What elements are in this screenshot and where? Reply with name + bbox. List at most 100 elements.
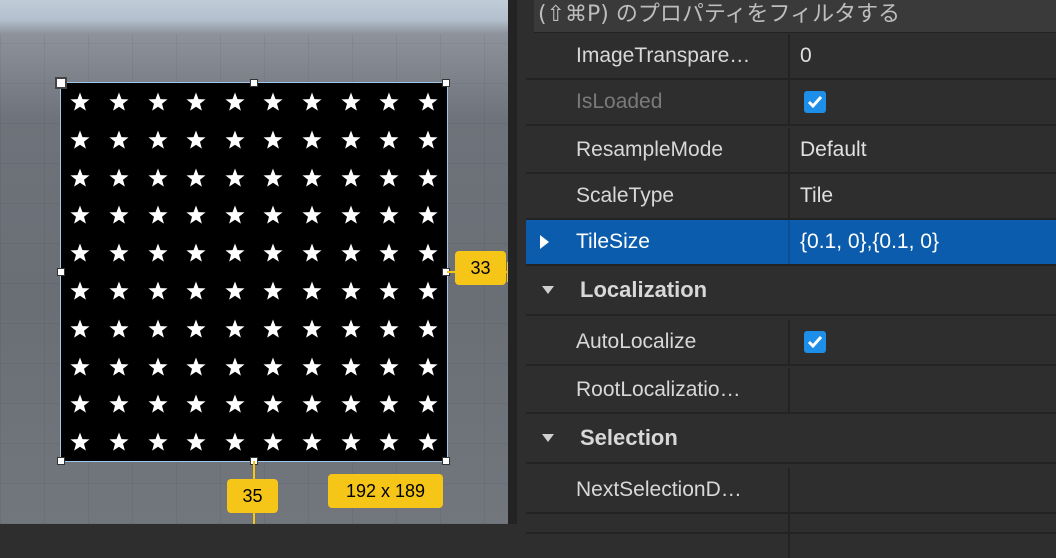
section-header-selection[interactable]: Selection: [526, 414, 1056, 464]
star-tile-icon: [418, 432, 438, 451]
property-row-next[interactable]: [526, 514, 1056, 558]
star-tile-icon: [186, 130, 206, 149]
star-tile-icon: [340, 357, 361, 376]
property-filter-input[interactable]: (⇧⌘P) のプロパティをフィルタする: [534, 0, 1056, 33]
is-loaded-checkbox[interactable]: [804, 91, 826, 113]
property-value: [788, 320, 1056, 364]
star-tile-icon: [225, 357, 245, 376]
expand-arrow-icon[interactable]: [540, 235, 549, 249]
star-tile-icon: [225, 130, 245, 149]
panel-divider[interactable]: [508, 0, 517, 524]
star-tile-icon: [70, 205, 90, 224]
property-value[interactable]: {0.1, 0},{0.1, 0}: [788, 220, 1056, 264]
property-row-image-transparency[interactable]: ImageTranspare… 0: [526, 34, 1056, 80]
star-tile-icon: [186, 357, 206, 376]
property-value[interactable]: [788, 514, 1056, 558]
star-tile-icon: [70, 281, 90, 300]
resize-handle-left[interactable]: [57, 268, 65, 276]
properties-panel: (⇧⌘P) のプロパティをフィルタする ImageTranspare… 0 Is…: [526, 0, 1056, 558]
star-tile-icon: [418, 394, 438, 413]
property-name: ScaleType: [576, 184, 675, 207]
star-tile-icon: [379, 394, 399, 413]
property-value[interactable]: [788, 468, 1056, 512]
star-tile-icon: [302, 319, 322, 338]
star-tile-icon: [186, 281, 206, 300]
section-title: Selection: [580, 425, 678, 450]
property-row-next-selection[interactable]: NextSelectionD…: [526, 468, 1056, 514]
star-tile-icon: [263, 319, 283, 338]
property-name: TileSize: [576, 230, 650, 253]
star-tile-icon: [109, 357, 129, 376]
collapse-caret-icon[interactable]: [542, 434, 554, 442]
star-tile-icon: [147, 357, 168, 376]
star-tile-icon: [186, 243, 206, 262]
property-row-auto-localize[interactable]: AutoLocalize: [526, 320, 1056, 366]
star-tile-icon: [379, 432, 399, 451]
property-value[interactable]: Default: [788, 128, 1056, 172]
star-tile-icon: [340, 92, 361, 111]
checkmark-icon: [807, 96, 823, 109]
star-tile-icon: [186, 432, 206, 451]
star-tile-icon: [147, 319, 168, 338]
distance-badge-bottom: 35: [227, 479, 278, 513]
star-tile-icon: [147, 205, 168, 224]
star-tile-icon: [70, 319, 90, 338]
star-tile-icon: [418, 205, 438, 224]
star-tile-icon: [147, 168, 168, 187]
property-name: NextSelectionD…: [576, 478, 742, 501]
star-tile-icon: [418, 281, 438, 300]
auto-localize-checkbox[interactable]: [804, 331, 826, 353]
property-name: ImageTranspare…: [576, 44, 751, 67]
star-tile-icon: [109, 432, 129, 451]
section-header-localization[interactable]: Localization: [526, 266, 1056, 316]
star-tile-icon: [379, 357, 399, 376]
property-value[interactable]: Tile: [788, 174, 1056, 218]
property-row-scale-type[interactable]: ScaleType Tile: [526, 174, 1056, 220]
star-tile-icon: [147, 130, 168, 149]
star-tile-icon: [147, 432, 168, 451]
star-tile-icon: [263, 432, 283, 451]
checkmark-icon: [807, 336, 823, 349]
property-value[interactable]: 0: [788, 34, 1056, 78]
star-tile-icon: [418, 357, 438, 376]
star-tile-icon: [147, 281, 168, 300]
star-tile-icon: [70, 357, 90, 376]
viewport-3d[interactable]: 33 35 192 x 189: [0, 0, 517, 524]
star-tile-icon: [70, 432, 90, 451]
star-tile-icon: [302, 432, 322, 451]
star-tile-icon: [225, 205, 245, 224]
star-tile-icon: [418, 130, 438, 149]
star-tile-icon: [225, 243, 245, 262]
image-label[interactable]: [60, 82, 448, 462]
star-tile-icon: [340, 281, 361, 300]
star-tile-icon: [418, 168, 438, 187]
star-tile-icon: [225, 281, 245, 300]
star-tile-icon: [263, 168, 283, 187]
star-tile-icon: [302, 243, 322, 262]
star-tile-icon: [379, 205, 399, 224]
resize-handle-top[interactable]: [250, 79, 258, 87]
star-tile-icon: [302, 205, 322, 224]
resize-handle-top-left[interactable]: [55, 77, 67, 89]
star-tile-icon: [70, 92, 90, 111]
resize-handle-bottom-left[interactable]: [57, 457, 65, 465]
star-tile-icon: [263, 357, 283, 376]
property-row-is-loaded[interactable]: IsLoaded: [526, 80, 1056, 126]
star-tile-icon: [109, 281, 129, 300]
resize-handle-top-right[interactable]: [442, 79, 450, 87]
property-value: [788, 80, 1056, 124]
star-tile-icon: [70, 394, 90, 413]
property-row-resample-mode[interactable]: ResampleMode Default: [526, 128, 1056, 174]
resize-handle-bottom-right[interactable]: [442, 457, 450, 465]
star-tile-icon: [225, 394, 245, 413]
property-name: RootLocalizatio…: [576, 378, 741, 401]
star-tile-icon: [418, 319, 438, 338]
property-row-tile-size[interactable]: TileSize {0.1, 0},{0.1, 0}: [526, 220, 1056, 266]
collapse-caret-icon[interactable]: [542, 286, 554, 294]
star-tile-icon: [340, 205, 361, 224]
property-value[interactable]: [788, 368, 1056, 412]
property-row-root-localization[interactable]: RootLocalizatio…: [526, 368, 1056, 414]
star-tile-icon: [186, 205, 206, 224]
star-tile-icon: [70, 168, 90, 187]
star-tile-icon: [340, 130, 361, 149]
